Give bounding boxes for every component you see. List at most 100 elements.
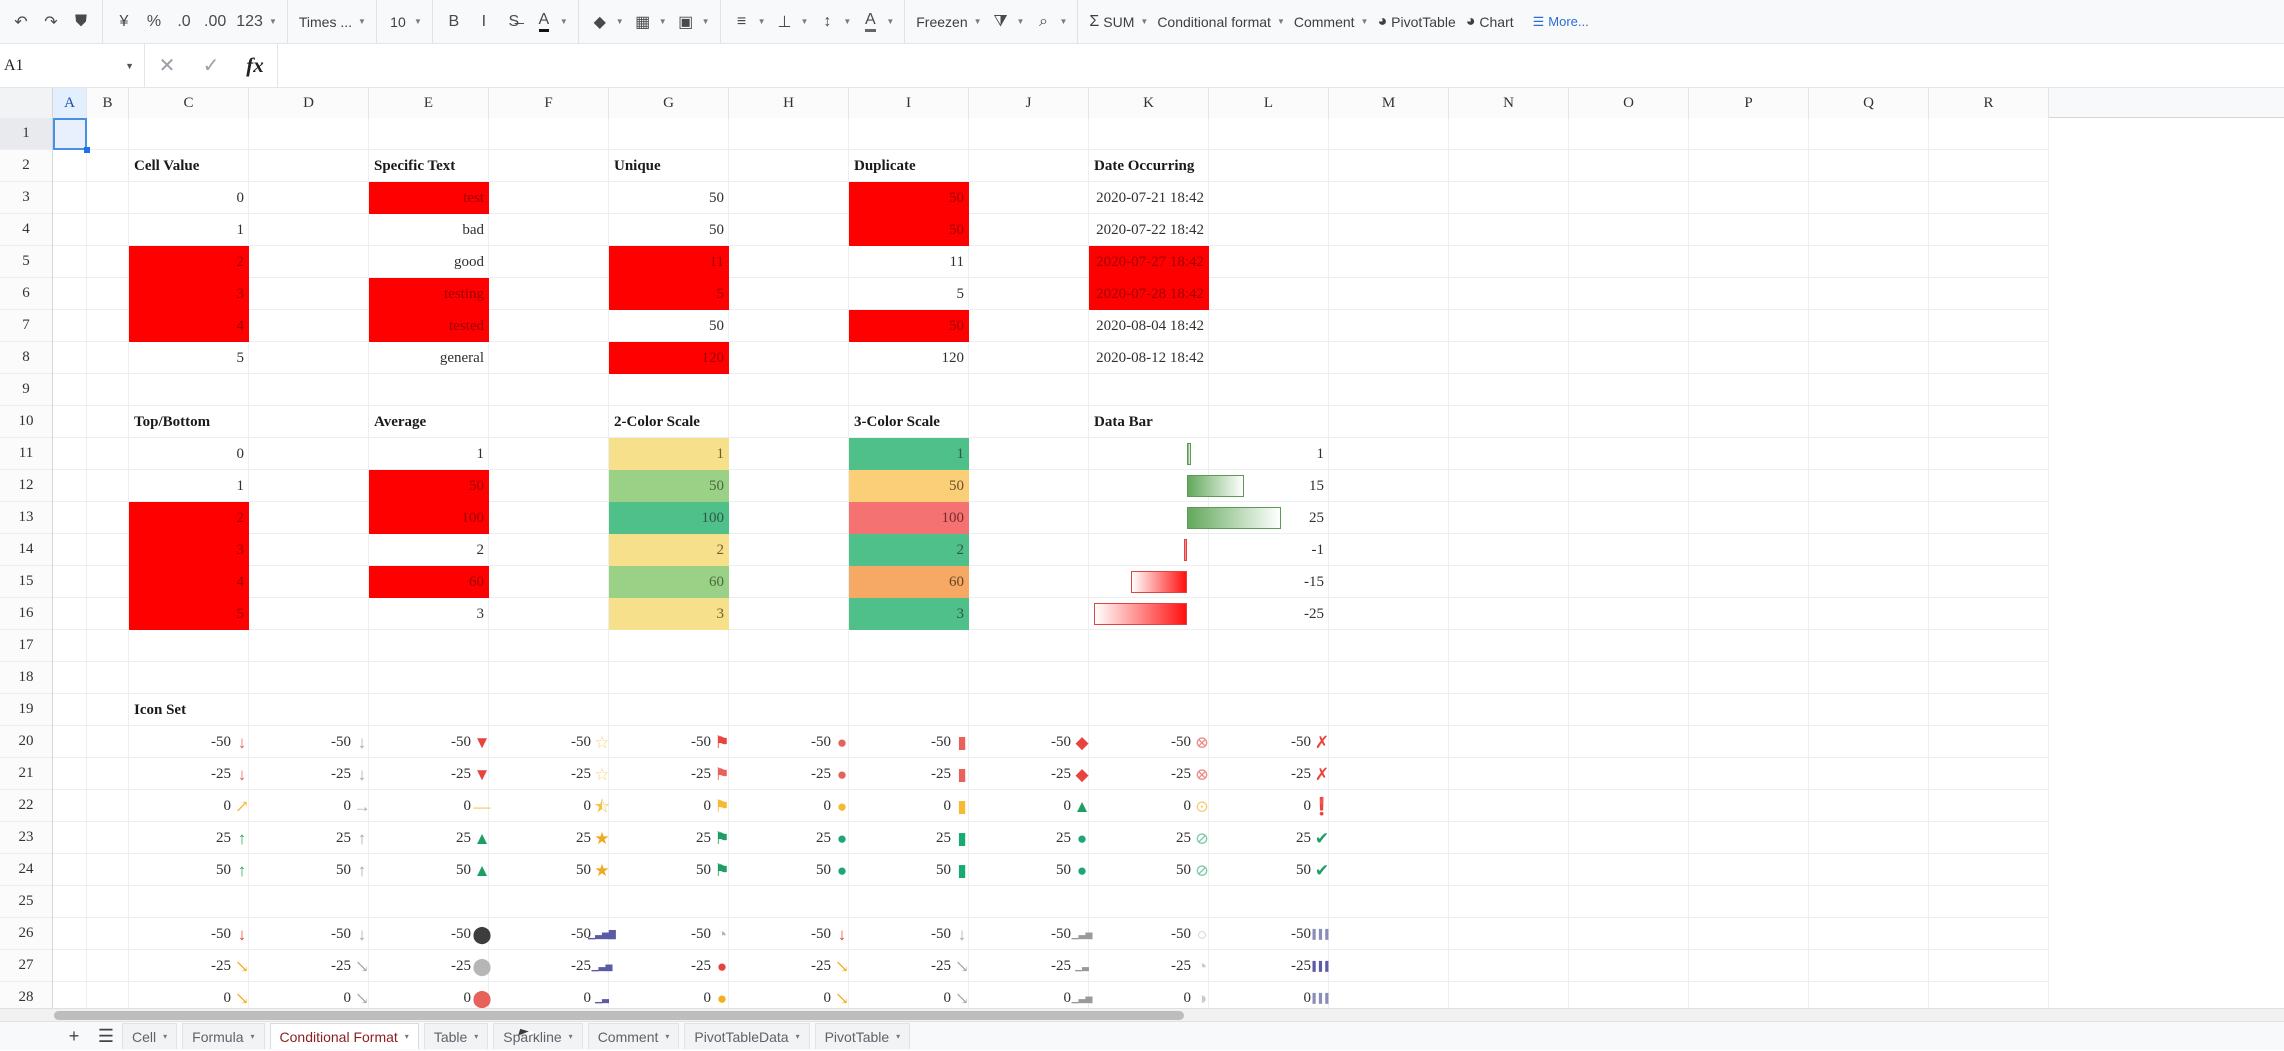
cell-cell_value-4[interactable]: 1 xyxy=(129,214,249,246)
data-bar-cell-14[interactable] xyxy=(1089,534,1209,566)
cell-unique-4[interactable]: 50 xyxy=(609,214,729,246)
selection-fill-handle[interactable] xyxy=(84,147,90,153)
freeze-button-caret-icon[interactable]: ▼ xyxy=(973,7,986,37)
cell-unique-8[interactable]: 120 xyxy=(609,342,729,374)
icon-set-value-check-marks-24[interactable]: 50 xyxy=(1209,854,1315,886)
row-header-12[interactable]: 12 xyxy=(0,470,52,502)
section-header-average[interactable]: Average xyxy=(369,406,609,438)
cell-date_occurring-6[interactable]: 2020-07-28 18:42 xyxy=(1089,278,1209,310)
sheet-tab-caret-icon[interactable]: ▾ xyxy=(896,1032,900,1041)
pivottable-button[interactable]: ◕ PivotTable xyxy=(1372,7,1460,37)
row-header-11[interactable]: 11 xyxy=(0,438,52,470)
icon-set-value-triangles-20[interactable]: -50 xyxy=(369,726,475,758)
sheet-tab-caret-icon[interactable]: ▾ xyxy=(569,1032,573,1041)
data-bar-cell-16[interactable] xyxy=(1089,598,1209,630)
icon-set-value-gray-arrows-24[interactable]: 50 xyxy=(249,854,355,886)
section-header-cell-value[interactable]: Cell Value xyxy=(129,150,369,182)
icon-set-value-gray-arrows-2-27[interactable]: -25 xyxy=(249,950,355,982)
cell-cell_value-6[interactable]: 3 xyxy=(129,278,249,310)
sheet-tab-caret-icon[interactable]: ▾ xyxy=(163,1032,167,1041)
cell-duplicate-7[interactable]: 50 xyxy=(849,310,969,342)
icon-set-value-triangles-21[interactable]: -25 xyxy=(369,758,475,790)
more-toolbar-button[interactable]: ☰ More... xyxy=(1525,14,1597,30)
icon-set-value-shapes-24[interactable]: 50 xyxy=(969,854,1075,886)
select-all-corner[interactable] xyxy=(0,88,53,118)
cell-specific_text-6[interactable]: testing xyxy=(369,278,489,310)
row-header-10[interactable]: 10 xyxy=(0,406,52,438)
icon-set-value-arrows-2-28[interactable]: 0 xyxy=(729,982,835,1008)
row-header-28[interactable]: 28 xyxy=(0,982,52,1008)
freeze-button[interactable]: Freezen xyxy=(911,7,972,37)
icon-set-value-stars-24[interactable]: 50 xyxy=(489,854,595,886)
icon-set-value-signal-blocks-28[interactable]: 0 xyxy=(1209,982,1315,1008)
insert-function-icon[interactable]: fx xyxy=(233,44,277,88)
sheet-tab-formula[interactable]: Formula ▾ xyxy=(182,1023,265,1049)
cell-three-color-scale-12[interactable]: 50 xyxy=(849,470,969,502)
icon-set-value-shapes-22[interactable]: 0 xyxy=(969,790,1075,822)
column-header-B[interactable]: B xyxy=(87,88,129,118)
cell-duplicate-4[interactable]: 50 xyxy=(849,214,969,246)
horizontal-align-icon-caret-icon[interactable]: ▼ xyxy=(757,7,770,37)
font-family-select[interactable]: Times ... xyxy=(294,7,357,37)
decrease-decimal-icon[interactable]: .0 xyxy=(169,7,199,37)
data-bar-cell-13[interactable] xyxy=(1089,502,1281,534)
cell-three-color-scale-11[interactable]: 1 xyxy=(849,438,969,470)
section-header-icon-set[interactable]: Icon Set xyxy=(129,694,369,726)
cell-top_bottom-12[interactable]: 1 xyxy=(129,470,249,502)
icon-set-value-shapes-23[interactable]: 25 xyxy=(969,822,1075,854)
row-header-27[interactable]: 27 xyxy=(0,950,52,982)
paint-format-icon[interactable]: ⛊ xyxy=(66,7,96,37)
icon-set-value-red-amber-arrows-28[interactable]: 0 xyxy=(129,982,235,1008)
sheet-tab-caret-icon[interactable]: ▾ xyxy=(665,1032,669,1041)
cell-data-bar-value-14[interactable]: -1 xyxy=(1209,534,1329,566)
icon-set-value-signal-bars-26[interactable]: -50 xyxy=(489,918,595,950)
section-header-unique[interactable]: Unique xyxy=(609,150,849,182)
icon-set-value-gray-arrows-3-27[interactable]: -25 xyxy=(849,950,955,982)
row-header-5[interactable]: 5 xyxy=(0,246,52,278)
row-header-4[interactable]: 4 xyxy=(0,214,52,246)
icon-set-value-signal-bars-28[interactable]: 0 xyxy=(489,982,595,1008)
vertical-align-icon-caret-icon[interactable]: ▼ xyxy=(799,7,812,37)
selected-cell-outline[interactable] xyxy=(53,118,87,150)
icon-set-value-bar-meter-28[interactable]: 0 xyxy=(969,982,1075,1008)
column-header-M[interactable]: M xyxy=(1329,88,1449,118)
column-header-H[interactable]: H xyxy=(729,88,849,118)
conditional-format-button-caret-icon[interactable]: ▼ xyxy=(1276,7,1289,37)
horizontal-scrollbar-thumb[interactable] xyxy=(54,1011,1184,1020)
row-header-6[interactable]: 6 xyxy=(0,278,52,310)
column-header-A[interactable]: A xyxy=(53,88,87,118)
italic-icon[interactable]: I xyxy=(469,7,499,37)
icon-set-value-filled-circles-28[interactable]: 0 xyxy=(369,982,475,1008)
name-box[interactable]: A1 ▼ xyxy=(0,43,145,88)
row-header-13[interactable]: 13 xyxy=(0,502,52,534)
borders-icon-caret-icon[interactable]: ▼ xyxy=(658,7,671,37)
accept-edit-icon[interactable]: ✓ xyxy=(189,44,233,88)
icon-set-value-circles-20[interactable]: -50 xyxy=(729,726,835,758)
icon-set-value-gray-arrows-20[interactable]: -50 xyxy=(249,726,355,758)
row-header-25[interactable]: 25 xyxy=(0,886,52,918)
icon-set-value-traffic-lights-20[interactable]: -50 xyxy=(849,726,955,758)
sheet-tab-cell[interactable]: Cell ▾ xyxy=(122,1023,178,1049)
icon-set-value-circles-23[interactable]: 25 xyxy=(729,822,835,854)
icon-set-value-triangles-24[interactable]: 50 xyxy=(369,854,475,886)
section-header-specific-text[interactable]: Specific Text xyxy=(369,150,609,182)
icon-set-value-gray-arrows-2-26[interactable]: -50 xyxy=(249,918,355,950)
cell-date_occurring-4[interactable]: 2020-07-22 18:42 xyxy=(1089,214,1209,246)
icon-set-value-circled-symbols-23[interactable]: 25 xyxy=(1089,822,1195,854)
sheet-tab-table[interactable]: Table ▾ xyxy=(423,1023,489,1049)
icon-set-value-stars-20[interactable]: -50 xyxy=(489,726,595,758)
cell-two-color-scale-13[interactable]: 100 xyxy=(609,502,729,534)
sheet-tab-sparkline[interactable]: Sparkline ▾ xyxy=(493,1023,583,1049)
icon-set-value-filled-circles-26[interactable]: -50 xyxy=(369,918,475,950)
icon-set-value-colored-arrows-24[interactable]: 50 xyxy=(129,854,235,886)
spreadsheet-grid[interactable]: ABCDEFGHIJKLMNOPQR 1 2 3 4 5 6 7 8 9 10 11 12 13 14 15… xyxy=(0,88,2284,1008)
icon-set-value-colored-arrows-23[interactable]: 25 xyxy=(129,822,235,854)
cell-three-color-scale-16[interactable]: 3 xyxy=(849,598,969,630)
cell-top_bottom-16[interactable]: 5 xyxy=(129,598,249,630)
cell-data-bar-value-15[interactable]: -15 xyxy=(1209,566,1329,598)
formula-input[interactable] xyxy=(278,44,2284,88)
merge-cells-icon[interactable]: ▣ xyxy=(671,7,701,37)
row-header-19[interactable]: 19 xyxy=(0,694,52,726)
row-header-20[interactable]: 20 xyxy=(0,726,52,758)
bold-icon[interactable]: B xyxy=(439,7,469,37)
